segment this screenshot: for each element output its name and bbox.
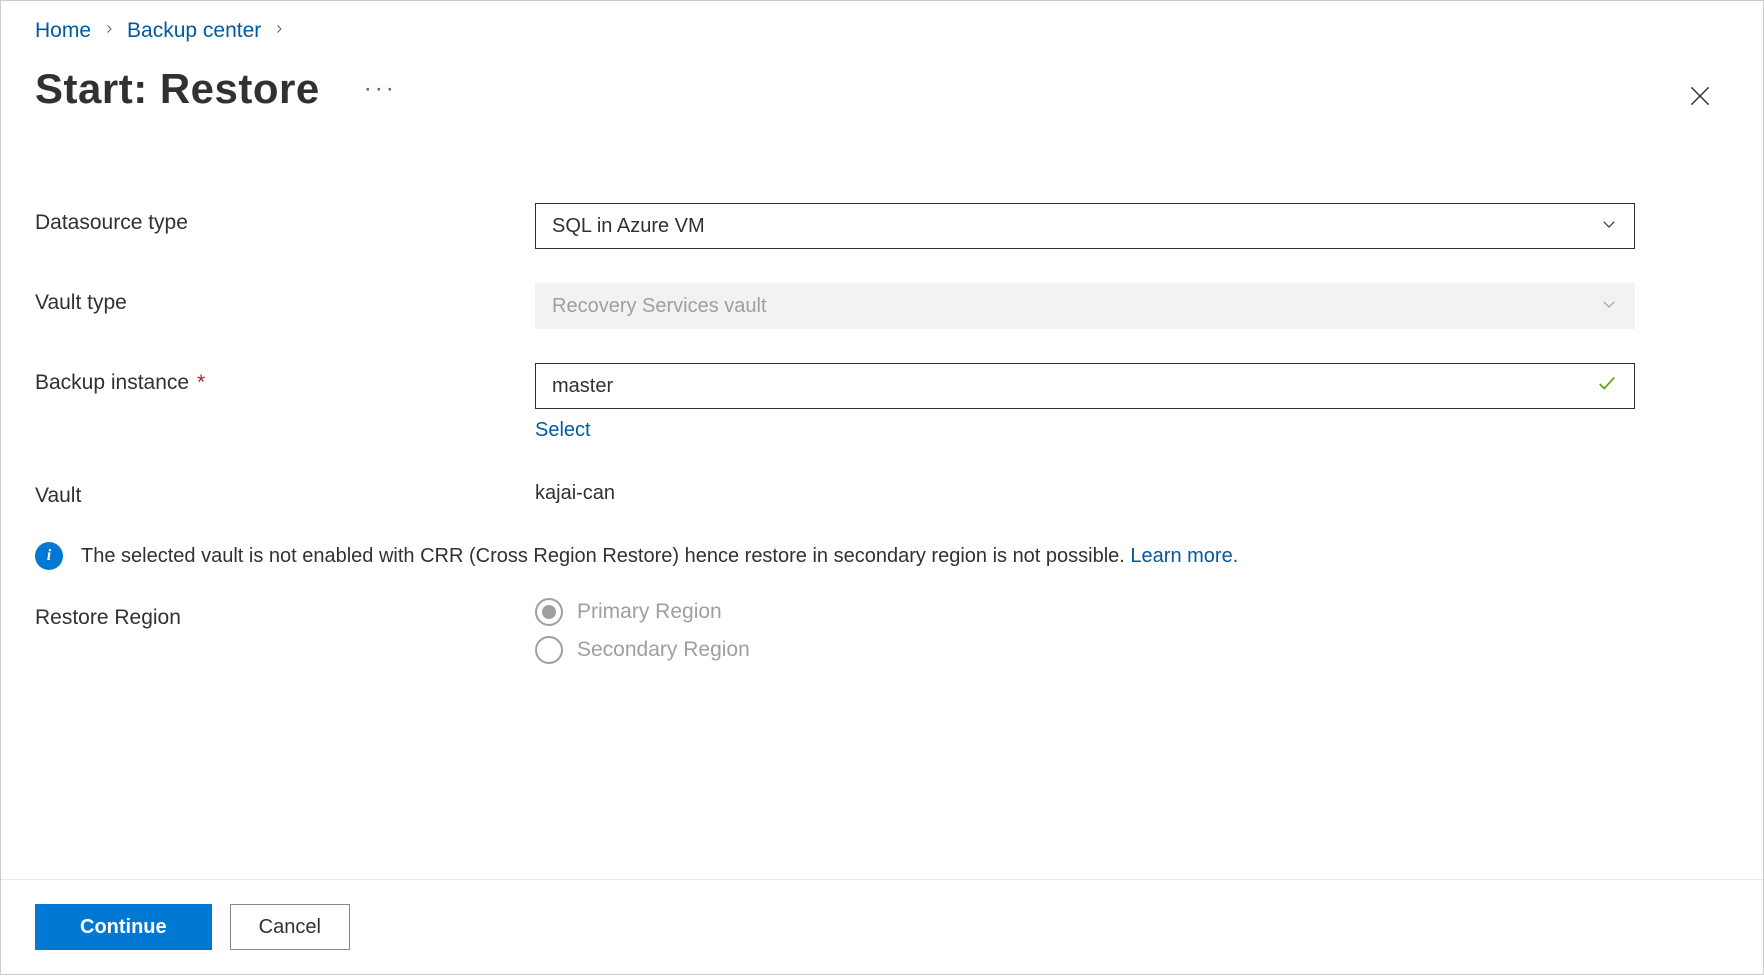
learn-more-link[interactable]: Learn more. [1130,545,1238,567]
chevron-down-icon [1600,295,1618,318]
vault-type-dropdown: Recovery Services vault [535,283,1635,329]
chevron-down-icon [1600,215,1618,238]
datasource-type-value: SQL in Azure VM [552,215,705,238]
info-icon: i [35,542,63,570]
vault-value: kajai-can [535,476,1635,505]
breadcrumb-home[interactable]: Home [35,19,91,43]
restore-region-label: Restore Region [35,598,535,630]
breadcrumb-backup-center[interactable]: Backup center [127,19,261,43]
vault-label: Vault [35,476,535,508]
datasource-type-label: Datasource type [35,203,535,235]
more-actions-button[interactable]: ··· [354,71,407,107]
info-message: The selected vault is not enabled with C… [81,545,1125,567]
radio-icon [535,636,563,664]
close-icon[interactable] [1687,83,1713,116]
restore-region-secondary-label: Secondary Region [577,638,750,662]
info-banner: i The selected vault is not enabled with… [35,542,1729,570]
backup-instance-value: master [552,375,613,398]
footer: Continue Cancel [1,879,1763,974]
datasource-type-dropdown[interactable]: SQL in Azure VM [535,203,1635,249]
restore-region-primary-label: Primary Region [577,600,722,624]
chevron-right-icon [103,22,115,40]
restore-region-primary: Primary Region [535,598,1635,626]
chevron-right-icon [273,22,285,40]
breadcrumb: Home Backup center [35,19,1729,43]
backup-instance-input[interactable]: master [535,363,1635,409]
continue-button[interactable]: Continue [35,904,212,950]
vault-type-value: Recovery Services vault [552,295,767,318]
checkmark-icon [1596,372,1618,400]
vault-type-label: Vault type [35,283,535,315]
page-title: Start: Restore [35,65,320,113]
backup-instance-label: Backup instance * [35,363,535,395]
restore-region-secondary: Secondary Region [535,636,1635,664]
select-link[interactable]: Select [535,419,591,442]
radio-icon [535,598,563,626]
cancel-button[interactable]: Cancel [230,904,350,950]
